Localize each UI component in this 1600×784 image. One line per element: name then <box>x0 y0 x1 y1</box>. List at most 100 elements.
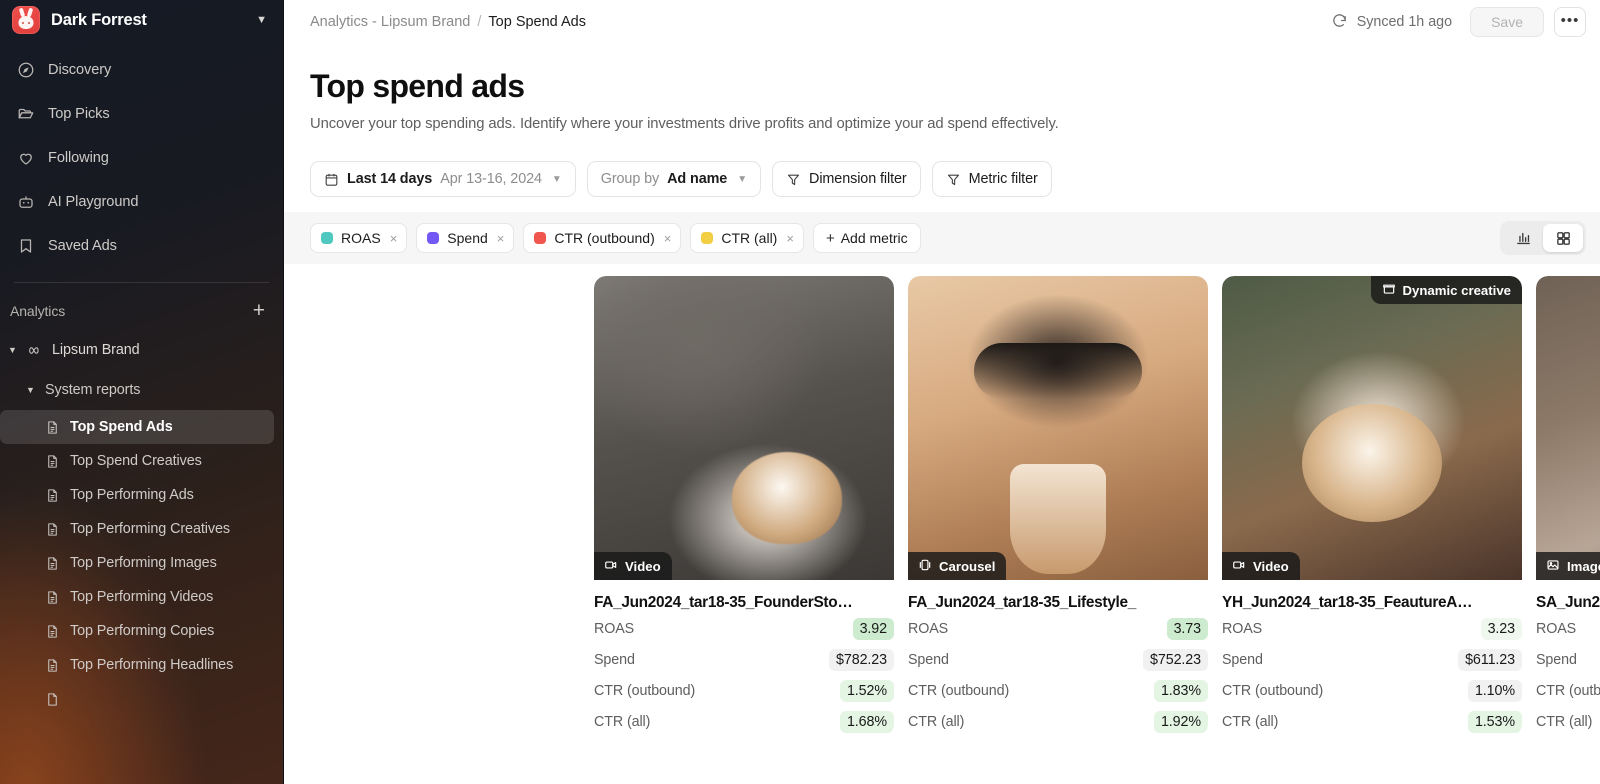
dynamic-creative-label: Dynamic creative <box>1402 282 1512 298</box>
remove-metric-icon[interactable]: × <box>497 231 505 246</box>
sidebar-item-label: Top Spend Creatives <box>70 453 202 469</box>
sidebar-item-saved-ads[interactable]: Saved Ads <box>0 224 283 268</box>
group-by-selector[interactable]: Group by Ad name ▼ <box>586 161 762 197</box>
ad-creative-image <box>1222 276 1522 580</box>
document-icon <box>44 487 60 503</box>
sidebar-item-top-performing-images[interactable]: Top Performing Images <box>0 546 274 580</box>
video-icon <box>604 558 618 575</box>
metric-name: Spend <box>594 651 635 668</box>
metric-chip-ctr-all[interactable]: CTR (all) × <box>690 223 804 253</box>
save-button[interactable]: Save <box>1470 7 1544 37</box>
filter-icon <box>946 172 961 187</box>
sidebar-item-top-performing-headlines[interactable]: Top Performing Headlines <box>0 648 274 682</box>
sync-status-label: Synced 1h ago <box>1356 14 1453 30</box>
sidebar-item-partial[interactable] <box>0 682 274 716</box>
metric-chip-bar: ROAS × Spend × CTR (outbound) × CTR (all… <box>284 212 1600 264</box>
metric-value: $782.23 <box>829 648 894 671</box>
more-options-icon[interactable]: ••• <box>1554 7 1586 37</box>
workspace-logo-icon <box>12 6 40 34</box>
sidebar-item-top-spend-creatives[interactable]: Top Spend Creatives <box>0 444 274 478</box>
ad-thumbnail[interactable]: Carousel <box>908 276 1208 580</box>
ad-type-badge: Image <box>1536 552 1600 580</box>
ad-card-body: FA_Jun2024_tar18-35_FounderSto… ROAS 3.9… <box>594 580 894 736</box>
page-subtitle: Uncover your top spending ads. Identify … <box>310 116 1059 132</box>
workspace-switcher[interactable]: Dark Forrest ▼ <box>0 0 283 40</box>
date-range-picker[interactable]: Last 14 days Apr 13-16, 2024 ▼ <box>310 161 576 197</box>
sidebar-item-top-performing-ads[interactable]: Top Performing Ads <box>0 478 274 512</box>
ad-name: SA_Jun2024_tar18-35_Announce… <box>1536 594 1600 611</box>
ad-thumbnail[interactable]: Dynamic creative Video <box>1222 276 1522 580</box>
document-icon <box>44 555 60 571</box>
sidebar-item-top-performing-videos[interactable]: Top Performing Videos <box>0 580 274 614</box>
metric-chip-spend[interactable]: Spend × <box>416 223 515 253</box>
sidebar-item-top-performing-creatives[interactable]: Top Performing Creatives <box>0 512 274 546</box>
plus-icon: + <box>825 229 835 247</box>
metric-filter-button[interactable]: Metric filter <box>931 161 1052 197</box>
ad-thumbnail[interactable]: Image <box>1536 276 1600 580</box>
breadcrumb-root[interactable]: Analytics - Lipsum Brand <box>310 14 470 30</box>
add-metric-button[interactable]: + Add metric <box>812 223 921 253</box>
remove-metric-icon[interactable]: × <box>786 231 794 246</box>
ad-card[interactable]: Carousel FA_Jun2024_tar18-35_Lifestyle_ … <box>908 276 1208 736</box>
metric-row: CTR (outbound) 1.10% <box>1222 676 1522 705</box>
add-metric-label: Add metric <box>840 230 908 246</box>
ad-card[interactable]: Video FA_Jun2024_tar18-35_FounderSto… RO… <box>594 276 894 736</box>
tree-item-lipsum-brand[interactable]: ▼ Lipsum Brand <box>0 330 283 370</box>
caret-down-icon[interactable]: ▼ <box>26 385 36 395</box>
metric-chip-ctr-outbound[interactable]: CTR (outbound) × <box>523 223 682 253</box>
ad-creative-image <box>594 276 894 580</box>
analytics-section-header: Analytics + <box>0 283 283 330</box>
metric-row: ROAS 3.73 <box>908 614 1208 643</box>
metric-row: ROAS 3.92 <box>594 614 894 643</box>
sidebar-item-top-spend-ads[interactable]: Top Spend Ads <box>0 410 274 444</box>
metric-value: 3.23 <box>1480 617 1522 640</box>
grid-view-icon[interactable] <box>1543 224 1583 252</box>
metric-row: Spend $582.23 <box>1536 645 1600 674</box>
document-icon <box>44 521 60 537</box>
folder-icon <box>16 105 35 124</box>
sidebar-item-label: Top Performing Images <box>70 555 217 571</box>
refresh-icon[interactable] <box>1331 12 1348 33</box>
sidebar-item-following[interactable]: Following <box>0 136 283 180</box>
remove-metric-icon[interactable]: × <box>664 231 672 246</box>
sidebar-item-discovery[interactable]: Discovery <box>0 48 283 92</box>
metric-value: 1.10% <box>1467 679 1522 702</box>
meta-infinity-icon <box>27 342 43 358</box>
sidebar-item-label: Following <box>48 150 109 166</box>
chevron-down-icon: ▼ <box>737 173 748 185</box>
ad-thumbnail[interactable]: Video <box>594 276 894 580</box>
dimension-filter-button[interactable]: Dimension filter <box>772 161 921 197</box>
add-report-icon[interactable]: + <box>253 300 267 321</box>
metric-name: ROAS <box>908 620 949 637</box>
metric-name: Spend <box>1222 651 1263 668</box>
ad-card[interactable]: Image SA_Jun2024_tar18-35_Announce… ROAS… <box>1536 276 1600 736</box>
sidebar-item-top-picks[interactable]: Top Picks <box>0 92 283 136</box>
document-icon <box>44 589 60 605</box>
remove-metric-icon[interactable]: × <box>390 231 398 246</box>
image-icon <box>1546 558 1560 575</box>
metric-name: CTR (all) <box>1222 713 1279 730</box>
metric-chip-label: Spend <box>447 230 488 246</box>
metric-value: 3.92 <box>852 617 894 640</box>
breadcrumb-separator: / <box>477 14 482 30</box>
metric-name: ROAS <box>1536 620 1577 637</box>
ad-card[interactable]: Dynamic creative Video YH_Jun2024_tar18-… <box>1222 276 1522 736</box>
ad-type-badge: Carousel <box>908 552 1007 580</box>
calendar-icon <box>324 172 339 187</box>
caret-down-icon[interactable]: ▼ <box>8 345 18 355</box>
caret-down-icon[interactable]: ▼ <box>256 14 269 26</box>
top-bar: Analytics - Lipsum Brand / Top Spend Ads… <box>284 0 1600 44</box>
sidebar-item-label: Top Spend Ads <box>70 419 173 435</box>
sidebar-item-ai-playground[interactable]: AI Playground <box>0 180 283 224</box>
metric-chip-roas[interactable]: ROAS × <box>310 223 408 253</box>
tree-item-label: System reports <box>45 382 141 398</box>
group-by-prefix: Group by <box>600 171 660 187</box>
workspace-name: Dark Forrest <box>51 10 147 29</box>
chart-view-icon[interactable] <box>1503 224 1543 252</box>
view-toggle-group <box>1500 221 1586 255</box>
metric-name: CTR (all) <box>908 713 965 730</box>
app-root: Dark Forrest ▼ Discovery Top Picks Follo… <box>0 0 1600 784</box>
tree-item-system-reports[interactable]: ▼ System reports <box>0 370 283 410</box>
sidebar-item-top-performing-copies[interactable]: Top Performing Copies <box>0 614 274 648</box>
sidebar-item-label: Top Performing Headlines <box>70 657 234 673</box>
